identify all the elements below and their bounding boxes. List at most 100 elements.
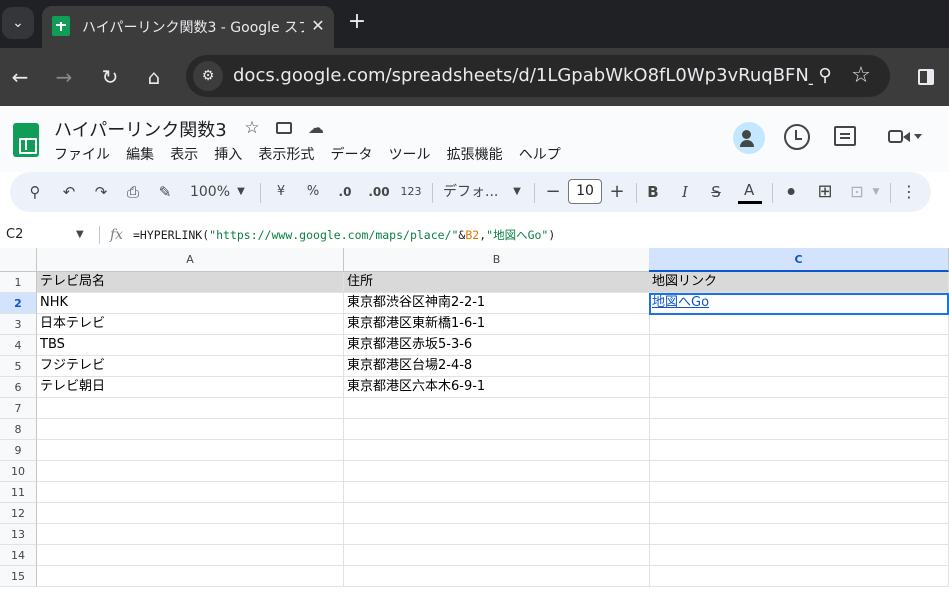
cell-c5[interactable] <box>649 356 949 377</box>
strikethrough-button[interactable]: S <box>707 179 725 205</box>
formula-input[interactable]: =HYPERLINK("https://www.google.com/maps/… <box>133 226 555 244</box>
cell-a11[interactable] <box>37 482 344 503</box>
menu-extensions[interactable]: 拡張機能 <box>447 144 503 166</box>
cell-b10[interactable] <box>344 461 650 482</box>
undo-icon[interactable]: ↶ <box>58 179 80 205</box>
cell-b15[interactable] <box>344 566 650 587</box>
increase-decimal-button[interactable]: .00 <box>366 179 392 205</box>
cell-a9[interactable] <box>37 440 344 461</box>
redo-icon[interactable]: ↷ <box>90 179 112 205</box>
cell-a6[interactable]: テレビ朝日 <box>37 377 344 398</box>
bold-button[interactable]: B <box>644 179 662 205</box>
cell-c13[interactable] <box>649 524 949 545</box>
print-icon[interactable]: ⎙ <box>122 179 144 205</box>
cell-a12[interactable] <box>37 503 344 524</box>
merge-cells-icon[interactable]: ⊡ <box>846 179 868 205</box>
column-header-a[interactable]: A <box>37 248 344 272</box>
cell-c2[interactable]: 地図へGo <box>649 293 949 314</box>
row-header[interactable]: 4 <box>0 335 37 356</box>
menu-data[interactable]: データ <box>330 144 372 166</box>
reload-icon[interactable]: ↻ <box>95 62 125 92</box>
name-box-dropdown-icon[interactable]: ▼ <box>76 226 88 244</box>
cell-a10[interactable] <box>37 461 344 482</box>
cell-c6[interactable] <box>649 377 949 398</box>
cell-b9[interactable] <box>344 440 650 461</box>
search-menus-icon[interactable]: ⚲ <box>24 179 46 205</box>
menu-format[interactable]: 表示形式 <box>258 144 314 166</box>
row-header[interactable]: 3 <box>0 314 37 335</box>
presence-user-icon[interactable] <box>733 122 765 154</box>
cell-c7[interactable] <box>649 398 949 419</box>
back-arrow-icon[interactable]: ← <box>5 62 35 92</box>
row-header[interactable]: 11 <box>0 482 37 503</box>
site-info-icon[interactable]: ⚙ <box>193 61 223 91</box>
cell-a2[interactable]: NHK <box>37 293 344 314</box>
map-hyperlink[interactable]: 地図へGo <box>652 295 709 310</box>
cell-c14[interactable] <box>649 545 949 566</box>
row-header[interactable]: 13 <box>0 524 37 545</box>
row-header[interactable]: 6 <box>0 377 37 398</box>
menu-file[interactable]: ファイル <box>54 144 110 166</box>
more-formats-button[interactable]: 123 <box>399 179 423 205</box>
row-header[interactable]: 12 <box>0 503 37 524</box>
row-header[interactable]: 15 <box>0 566 37 587</box>
decrease-font-size-icon[interactable]: − <box>544 179 562 205</box>
cell-a7[interactable] <box>37 398 344 419</box>
comments-icon[interactable] <box>834 126 856 146</box>
cell-b3[interactable]: 東京都港区東新橋1-6-1 <box>344 314 650 335</box>
menu-tools[interactable]: ツール <box>389 144 431 166</box>
cell-a4[interactable]: TBS <box>37 335 344 356</box>
cell-a3[interactable]: 日本テレビ <box>37 314 344 335</box>
menu-view[interactable]: 表示 <box>170 144 198 166</box>
name-box[interactable]: C2 <box>6 226 86 244</box>
cell-c11[interactable] <box>649 482 949 503</box>
cell-c1[interactable]: 地図リンク <box>649 272 949 293</box>
borders-icon[interactable]: ⊞ <box>814 179 836 205</box>
cell-a1[interactable]: テレビ局名 <box>37 272 344 293</box>
cell-c9[interactable] <box>649 440 949 461</box>
cell-b5[interactable]: 東京都港区台場2-4-8 <box>344 356 650 377</box>
star-icon[interactable]: ☆ <box>242 118 262 138</box>
cell-b4[interactable]: 東京都港区赤坂5-3-6 <box>344 335 650 356</box>
fill-color-icon[interactable]: ⚫ <box>780 179 802 205</box>
move-to-folder-icon[interactable] <box>274 118 294 138</box>
cell-b7[interactable] <box>344 398 650 419</box>
decrease-decimal-button[interactable]: .0 <box>334 179 356 205</box>
bookmark-star-icon[interactable]: ☆ <box>846 61 876 91</box>
cell-c4[interactable] <box>649 335 949 356</box>
url-text[interactable]: docs.google.com/spreadsheets/d/1LGpabWkO… <box>233 65 813 87</box>
forward-arrow-icon[interactable]: → <box>49 62 79 92</box>
cloud-saved-icon[interactable]: ☁ <box>305 118 327 138</box>
cell-c15[interactable] <box>649 566 949 587</box>
browser-tab-active[interactable]: ハイパーリンク関数3 - Google スプレッドシート ✕ <box>42 6 334 48</box>
row-header[interactable]: 7 <box>0 398 37 419</box>
menu-help[interactable]: ヘルプ <box>519 144 561 166</box>
cell-a15[interactable] <box>37 566 344 587</box>
side-panel-icon[interactable] <box>910 62 940 92</box>
cell-b1[interactable]: 住所 <box>344 272 650 293</box>
new-tab-plus-icon[interactable]: + <box>342 8 372 38</box>
text-color-button[interactable]: A <box>738 181 762 205</box>
cell-c8[interactable] <box>649 419 949 440</box>
meet-video-icon[interactable] <box>884 124 928 150</box>
row-header[interactable]: 5 <box>0 356 37 377</box>
address-bar[interactable]: ⚙ docs.google.com/spreadsheets/d/1LGpabW… <box>186 55 890 97</box>
zoom-dropdown-icon[interactable]: ▼ <box>234 179 248 205</box>
cell-b12[interactable] <box>344 503 650 524</box>
row-header[interactable]: 10 <box>0 461 37 482</box>
menu-edit[interactable]: 編集 <box>126 144 154 166</box>
menu-insert[interactable]: 挿入 <box>214 144 242 166</box>
row-header[interactable]: 8 <box>0 419 37 440</box>
row-header[interactable]: 9 <box>0 440 37 461</box>
row-header[interactable]: 1 <box>0 272 37 293</box>
paint-format-icon[interactable]: ✎ <box>154 179 176 205</box>
select-all-corner[interactable] <box>0 248 37 272</box>
currency-format-button[interactable]: ¥ <box>272 179 290 205</box>
column-header-c[interactable]: C <box>649 248 949 272</box>
column-header-b[interactable]: B <box>344 248 650 272</box>
cell-b8[interactable] <box>344 419 650 440</box>
cell-a8[interactable] <box>37 419 344 440</box>
cell-b6[interactable]: 東京都港区六本木6-9-1 <box>344 377 650 398</box>
home-icon[interactable]: ⌂ <box>139 62 169 92</box>
zoom-magnifier-icon[interactable]: ⚲ <box>810 61 840 91</box>
